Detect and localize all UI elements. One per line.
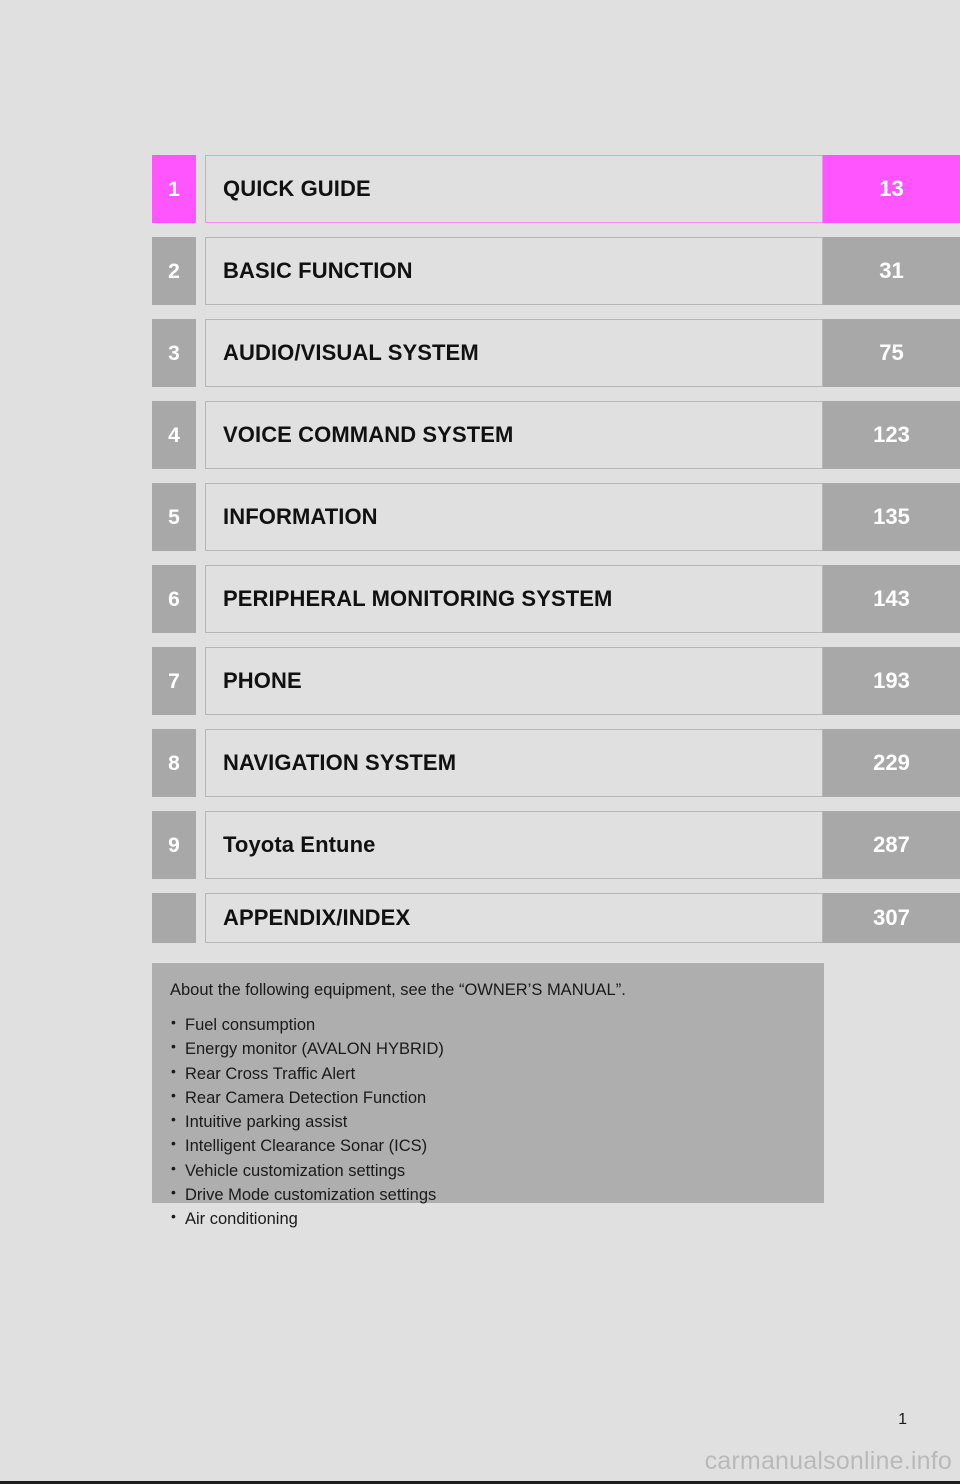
chapter-row[interactable]: 1 QUICK GUIDE 13 xyxy=(0,155,960,223)
chapter-page-number: 143 xyxy=(823,565,960,633)
chapter-row[interactable]: 8 NAVIGATION SYSTEM 229 xyxy=(0,729,960,797)
note-box: About the following equipment, see the “… xyxy=(152,963,824,1228)
chapter-title-plate[interactable]: PERIPHERAL MONITORING SYSTEM xyxy=(205,565,823,633)
chapter-page-number: 287 xyxy=(823,811,960,879)
chapter-title-plate[interactable]: NAVIGATION SYSTEM xyxy=(205,729,823,797)
chapter-list: 1 QUICK GUIDE 13 2 BASIC FUNCTION 31 3 AUDIO/VI… xyxy=(0,155,960,943)
chapter-row[interactable]: 2 BASIC FUNCTION 31 xyxy=(0,237,960,305)
note-heading: About the following equipment, see the “… xyxy=(170,981,626,999)
chapter-number-block xyxy=(152,893,196,943)
chapter-number-block: 6 xyxy=(152,565,196,633)
chapter-row[interactable]: 3 AUDIO/VISUAL SYSTEM 75 xyxy=(0,319,960,387)
chapter-number-block: 5 xyxy=(152,483,196,551)
chapter-title-plate[interactable]: INFORMATION xyxy=(205,483,823,551)
chapter-row[interactable]: APPENDIX/INDEX 307 xyxy=(0,893,960,943)
chapter-number-block: 2 xyxy=(152,237,196,305)
chapter-page-number: 13 xyxy=(823,155,960,223)
chapter-number-block: 7 xyxy=(152,647,196,715)
chapter-page-number: 75 xyxy=(823,319,960,387)
chapter-row[interactable]: 7 PHONE 193 xyxy=(0,647,960,715)
note-item: Drive Mode customization settings xyxy=(170,1182,824,1207)
note-item: Rear Camera Detection Function xyxy=(170,1085,824,1110)
chapter-title-label: QUICK GUIDE xyxy=(223,176,371,201)
chapter-title-label: BASIC FUNCTION xyxy=(223,258,413,283)
chapter-title-label: Toyota Entune xyxy=(223,832,376,857)
note-item: Intelligent Clearance Sonar (ICS) xyxy=(170,1133,824,1158)
chapter-title-plate[interactable]: BASIC FUNCTION xyxy=(205,237,823,305)
chapter-page-number: 135 xyxy=(823,483,960,551)
note-item: Energy monitor (AVALON HYBRID) xyxy=(170,1036,824,1061)
chapter-title-label: NAVIGATION SYSTEM xyxy=(223,750,457,775)
chapter-page-number: 307 xyxy=(823,893,960,943)
chapter-number-block: 8 xyxy=(152,729,196,797)
chapter-title-plate[interactable]: QUICK GUIDE xyxy=(205,155,823,223)
note-item: Fuel consumption xyxy=(170,1012,824,1037)
chapter-title-label: VOICE COMMAND SYSTEM xyxy=(223,422,514,447)
site-watermark: carmanualsonline.info xyxy=(704,1447,952,1475)
chapter-page-number: 229 xyxy=(823,729,960,797)
chapter-title-label: PHONE xyxy=(223,668,302,693)
note-item: Intuitive parking assist xyxy=(170,1109,824,1134)
chapter-title-label: APPENDIX/INDEX xyxy=(223,905,411,930)
chapter-row[interactable]: 5 INFORMATION 135 xyxy=(0,483,960,551)
chapter-title-label: INFORMATION xyxy=(223,504,378,529)
chapter-row[interactable]: 9 Toyota Entune 287 xyxy=(0,811,960,879)
chapter-page-number: 123 xyxy=(823,401,960,469)
chapter-number-block: 4 xyxy=(152,401,196,469)
chapter-page-number: 31 xyxy=(823,237,960,305)
chapter-title-label: PERIPHERAL MONITORING SYSTEM xyxy=(223,586,613,611)
manual-page: 1 QUICK GUIDE 13 2 BASIC FUNCTION 31 3 AUDIO/VI… xyxy=(0,0,960,1484)
chapter-number-block: 1 xyxy=(152,155,196,223)
note-item-list: Fuel consumptionEnergy monitor (AVALON H… xyxy=(170,1012,824,1231)
chapter-number-block: 9 xyxy=(152,811,196,879)
chapter-row[interactable]: 4 VOICE COMMAND SYSTEM 123 xyxy=(0,401,960,469)
chapter-title-plate[interactable]: Toyota Entune xyxy=(205,811,823,879)
page-folio-number: 1 xyxy=(898,1411,907,1428)
chapter-row[interactable]: 6 PERIPHERAL MONITORING SYSTEM 143 xyxy=(0,565,960,633)
chapter-page-number: 193 xyxy=(823,647,960,715)
note-item: Rear Cross Traffic Alert xyxy=(170,1061,824,1086)
note-item: Air conditioning xyxy=(170,1206,824,1231)
chapter-title-plate[interactable]: VOICE COMMAND SYSTEM xyxy=(205,401,823,469)
chapter-title-plate[interactable]: AUDIO/VISUAL SYSTEM xyxy=(205,319,823,387)
chapter-number-block: 3 xyxy=(152,319,196,387)
note-item: Vehicle customization settings xyxy=(170,1158,824,1183)
chapter-title-plate[interactable]: APPENDIX/INDEX xyxy=(205,893,823,943)
chapter-title-label: AUDIO/VISUAL SYSTEM xyxy=(223,340,479,365)
chapter-title-plate[interactable]: PHONE xyxy=(205,647,823,715)
